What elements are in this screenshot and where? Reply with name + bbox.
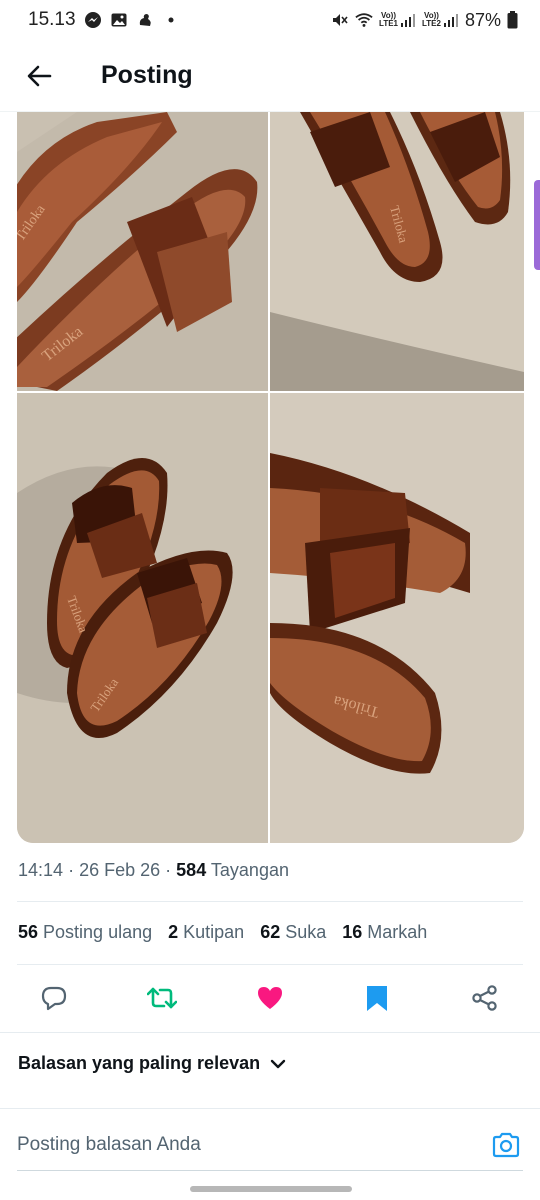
divider (17, 901, 523, 902)
section-separator (0, 1108, 540, 1109)
battery-icon (507, 11, 518, 29)
gallery-icon (111, 13, 127, 27)
status-time: 15.13 (28, 9, 76, 30)
bookmarks-stat[interactable]: 16 Markah (342, 922, 427, 943)
mute-icon (333, 14, 348, 26)
post-media-grid: Triloka Triloka Triloka Triloka Triloka … (17, 112, 524, 843)
messenger-icon (84, 12, 101, 28)
arrow-left-icon (27, 65, 52, 86)
share-icon (472, 985, 497, 1011)
home-indicator[interactable] (190, 1186, 352, 1192)
chevron-down-icon (270, 1059, 286, 1068)
back-button[interactable] (17, 54, 61, 98)
quotes-stat[interactable]: 2 Kutipan (168, 922, 244, 943)
sandal-image: Triloka Triloka (17, 393, 268, 843)
sandal-photo-1[interactable]: Triloka Triloka (17, 112, 268, 391)
reply-underline (17, 1170, 523, 1171)
battery-percent: 87% (464, 9, 501, 30)
sandal-photo-2[interactable]: Triloka (270, 112, 524, 391)
wifi-icon (355, 13, 373, 27)
sim1-indicator: Vo)) LTE1 (379, 12, 416, 28)
heart-icon (258, 987, 282, 1009)
post-date: 26 Feb 26 (79, 860, 161, 880)
sandal-photo-3[interactable]: Triloka Triloka (17, 393, 268, 843)
reply-input[interactable] (17, 1134, 447, 1156)
status-bar: 15.13 Vo)) LTE1 Vo)) LTE2 87% (0, 0, 540, 40)
share-button[interactable] (461, 972, 509, 1024)
reply-composer (17, 1120, 523, 1170)
engagement-stats: 56 Posting ulang 2 Kutipan 62 Suka 16 Markah (18, 922, 427, 943)
reply-bubble-icon (41, 986, 67, 1011)
repost-icon (147, 987, 177, 1009)
sandal-photo-4[interactable]: Triloka (270, 393, 524, 843)
post-meta: 14:14 · 26 Feb 26 · 584 Tayangan (18, 860, 289, 881)
section-separator (0, 1032, 540, 1033)
meta-separator: · (68, 860, 75, 880)
likes-stat[interactable]: 62 Suka (260, 922, 326, 943)
top-app-bar: Posting (0, 40, 540, 112)
signal-icon (401, 14, 415, 27)
sandal-image: Triloka (270, 112, 524, 391)
divider (17, 964, 523, 965)
page-title: Posting (101, 61, 193, 89)
sim2-indicator: Vo)) LTE2 (422, 12, 459, 28)
repost-button[interactable] (138, 972, 186, 1024)
app-notification-icon (139, 14, 151, 26)
post-time: 14:14 (18, 860, 64, 880)
sort-label: Balasan yang paling relevan (18, 1053, 261, 1073)
sandal-image: Triloka Triloka (17, 112, 268, 391)
post-actions (0, 972, 540, 1028)
bookmark-button[interactable] (353, 972, 401, 1024)
edge-panel-handle[interactable] (534, 180, 540, 270)
reply-button[interactable] (30, 972, 78, 1024)
views-label: Tayangan (210, 860, 289, 880)
reposts-stat[interactable]: 56 Posting ulang (18, 922, 152, 943)
bookmark-icon (367, 986, 387, 1011)
like-button[interactable] (246, 972, 294, 1024)
views-count: 584 (176, 860, 207, 880)
signal-icon (443, 14, 458, 27)
reply-sort-selector[interactable]: Balasan yang paling relevan (18, 1053, 286, 1074)
sandal-image: Triloka (270, 393, 524, 843)
camera-icon[interactable] (491, 1130, 521, 1160)
meta-separator: · (165, 860, 172, 880)
more-notifications-icon (168, 17, 174, 23)
